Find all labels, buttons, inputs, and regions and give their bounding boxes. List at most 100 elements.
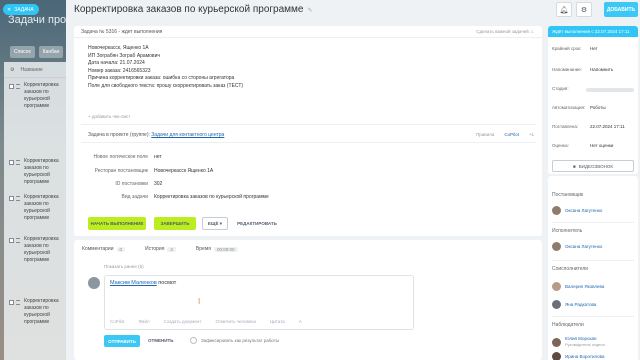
- close-icon: ✕: [7, 6, 12, 13]
- row-checkbox[interactable]: [9, 84, 14, 89]
- people-box: Постановщик Оксана Лагутенко Исполнитель…: [548, 176, 638, 360]
- row-checkbox[interactable]: [9, 238, 14, 243]
- project-line: Задача в проекте (группе): Задачи для ко…: [88, 132, 225, 138]
- more-button[interactable]: ЕЩЁ ▾: [202, 217, 228, 230]
- task-topbar: Корректировка заказов по курьерской прог…: [66, 0, 640, 22]
- task-card: Задача № 5316 - ждет выполнения Сделать …: [74, 26, 542, 236]
- automation-row[interactable]: Автоматизация: Роботы: [552, 105, 606, 110]
- copilot-link[interactable]: CoPilot: [504, 132, 519, 137]
- coassignee-user[interactable]: Яна Радкатова: [552, 300, 596, 309]
- add-checklist-link[interactable]: + добавить чек-лист: [88, 114, 130, 119]
- page-title: Корректировка заказов по курьерской прог…: [74, 4, 313, 15]
- result-checkbox[interactable]: Зафиксировать как результат работы: [190, 337, 279, 344]
- background-column-name: Название: [20, 66, 43, 73]
- finish-task-button[interactable]: ЗАВЕРШИТЬ: [154, 217, 196, 230]
- show-earlier-link[interactable]: Показать ранее (5): [104, 264, 144, 269]
- background-title: Задачи проекта: [8, 14, 70, 26]
- list-item[interactable]: Корректировка заказов по курьерской прог…: [4, 236, 70, 264]
- task-slider-panel: Корректировка заказов по курьерской прог…: [66, 0, 640, 360]
- stage-bar[interactable]: [586, 88, 634, 92]
- divider: [552, 316, 634, 317]
- row-checkbox[interactable]: [9, 160, 14, 165]
- divider: [552, 222, 634, 223]
- row-checkbox[interactable]: [9, 300, 14, 305]
- reminder-row[interactable]: Напоминание: Напомнить: [552, 67, 613, 72]
- video-call-button[interactable]: ■ ВИДЕОЗВОНОК: [552, 160, 634, 172]
- gear-icon[interactable]: ⚙: [10, 67, 14, 73]
- created-row: Поставлена: 22.07.2024 17:11: [552, 124, 625, 129]
- assignee-heading: Исполнитель: [552, 228, 583, 234]
- observer-user[interactable]: Ирина Воротилова: [552, 352, 605, 360]
- list-item[interactable]: Корректировка заказов по курьерской прог…: [4, 158, 70, 186]
- project-link[interactable]: Задачи для контактного центра: [151, 132, 224, 138]
- close-slider-button[interactable]: ✕ ЗАДАЧА: [3, 4, 39, 15]
- avatar: [552, 337, 561, 347]
- stage-row: Стадия:: [552, 86, 569, 91]
- menu-icon[interactable]: [16, 300, 20, 305]
- avatar: [552, 300, 561, 309]
- poster-heading: Постановщик: [552, 192, 584, 198]
- list-item[interactable]: Корректировка заказов по курьерской прог…: [4, 82, 70, 110]
- camera-icon: ■: [573, 163, 576, 169]
- text-format-icon[interactable]: A: [299, 319, 302, 324]
- deadline-row[interactable]: Крайний срок: Нет: [552, 46, 598, 51]
- task-sidebar: Ждёт выполнения с 22.07.2024 17:11 Крайн…: [548, 26, 638, 360]
- list-item[interactable]: Корректировка заказов по курьерской прог…: [4, 194, 70, 222]
- prop-label: Вид задачи: [121, 194, 149, 200]
- assignee-user[interactable]: Оксана Лагутенко: [552, 242, 602, 251]
- comments-card: Комментарии 0 История 2 Время 00:00:00 Пока…: [74, 240, 542, 360]
- comment-tabs: Комментарии 0 История 2 Время 00:00:00: [78, 245, 242, 253]
- prop-value: нет: [154, 154, 162, 160]
- tab-history[interactable]: История 2: [141, 245, 180, 253]
- cancel-comment-button[interactable]: ОТМЕНИТЬ: [148, 338, 173, 343]
- send-comment-button[interactable]: ОТПРАВИТЬ: [104, 335, 140, 347]
- prop-value: Корректировка заказов по курьерской прог…: [154, 194, 269, 200]
- mention-link[interactable]: Максим Маленков: [110, 280, 157, 286]
- flame-icon: ♨: [529, 29, 534, 34]
- reminder-value: Напомнить: [590, 67, 614, 72]
- status-badge: Ждёт выполнения с 22.07.2024 17:11: [548, 26, 638, 37]
- prop-value: Новочеркасск Ященко 1А: [154, 168, 214, 174]
- prop-value: 302: [154, 181, 163, 187]
- task-description: Новочеркасск, Ященко 1А ИП Зограбян Зогр…: [88, 45, 244, 89]
- tab-comments[interactable]: Комментарии 0: [78, 245, 130, 253]
- menu-icon[interactable]: [16, 196, 20, 201]
- create-doc-tool[interactable]: Создать документ: [164, 319, 202, 324]
- copilot-tool[interactable]: CoPilot: [110, 319, 125, 324]
- task-card-header: Задача № 5316 - ждет выполнения Сделать …: [74, 26, 542, 38]
- background-table: ⚙ Название Корректировка заказов по курь…: [4, 62, 70, 360]
- mention-tool[interactable]: Отметить человека: [215, 319, 256, 324]
- tab-time[interactable]: Время 00:00:00: [192, 245, 242, 253]
- rules-link[interactable]: Правила: [476, 132, 494, 137]
- rating-row[interactable]: Оценка: Нет оценки: [552, 143, 613, 148]
- file-tool[interactable]: Файл: [139, 319, 150, 324]
- quote-tool[interactable]: Цитата: [270, 319, 285, 324]
- task-number-status: Задача № 5316 - ждет выполнения: [81, 29, 163, 35]
- menu-icon[interactable]: [16, 238, 20, 243]
- gear-icon[interactable]: ⚙: [576, 2, 592, 17]
- add-button[interactable]: ДОБАВИТЬ: [604, 2, 638, 17]
- poster-user[interactable]: Оксана Лагутенко: [552, 206, 602, 215]
- avatar: [552, 352, 561, 360]
- text-cursor-icon: I: [198, 297, 201, 306]
- pencil-icon[interactable]: ✎: [307, 7, 312, 14]
- plus-link[interactable]: +1: [529, 132, 534, 137]
- bell-icon[interactable]: 🔔︎: [556, 2, 572, 17]
- status-box: Ждёт выполнения с 22.07.2024 17:11 Крайн…: [548, 26, 638, 174]
- make-important-link[interactable]: Сделать важной задачей ♨: [476, 29, 534, 35]
- background-tab-list[interactable]: Список: [10, 46, 35, 58]
- menu-icon[interactable]: [16, 160, 20, 165]
- task-right-links: Правила CoPilot +1: [476, 132, 534, 137]
- start-task-button[interactable]: НАЧАТЬ ВЫПОЛНЕНИЕ: [88, 217, 146, 230]
- edit-task-button[interactable]: РЕДАКТИРОВАТЬ: [234, 217, 280, 230]
- background-tab-kanban[interactable]: Канбан: [38, 46, 64, 58]
- divider: [81, 142, 536, 143]
- editor-toolbar: CoPilot Файл Создать документ Отметить ч…: [110, 319, 302, 324]
- observer-user[interactable]: Юлия Морозан Руководитель отдела: [552, 336, 605, 348]
- avatar: [552, 242, 561, 251]
- observers-heading: Наблюдатели: [552, 322, 584, 328]
- coassignee-user[interactable]: Валерия Яковлева: [552, 282, 604, 291]
- row-checkbox[interactable]: [9, 196, 14, 201]
- list-item[interactable]: Корректировка заказов по курьерской прог…: [4, 298, 70, 326]
- menu-icon[interactable]: [16, 84, 20, 89]
